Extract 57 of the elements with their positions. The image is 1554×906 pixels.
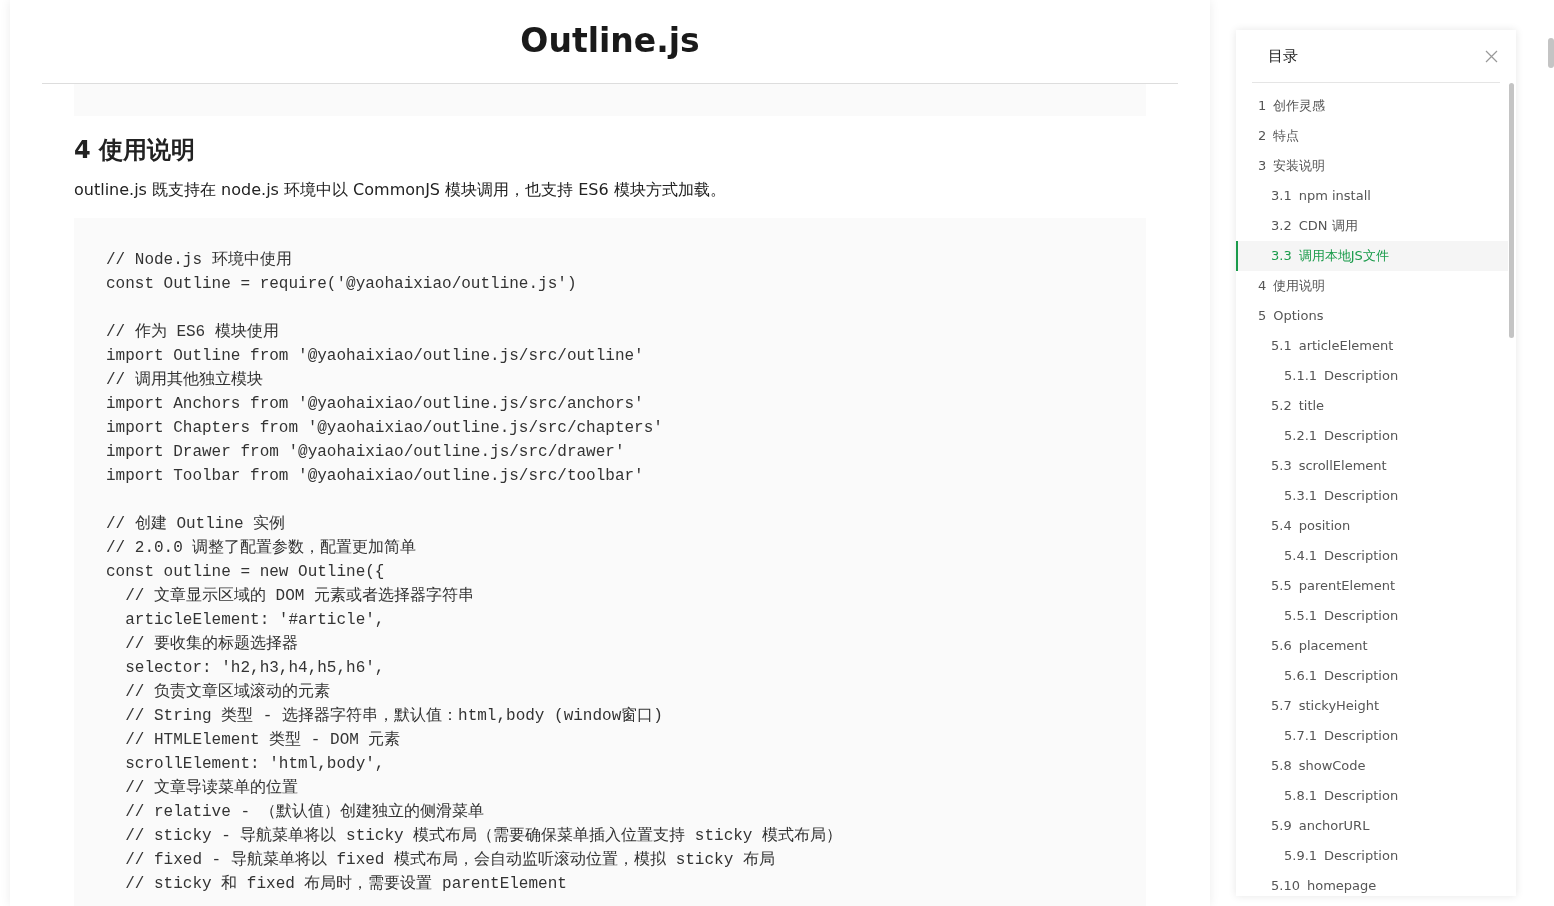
code-line: // 要收集的标题选择器 (124, 634, 299, 655)
code-line: // 调用其他独立模块 (106, 369, 264, 391)
intro-paragraph: outline.js 既支持在 node.js 环境中以 CommonJS 模块调用，也支持 ES6 模块方式加载。 (74, 179, 727, 201)
code-line: // fixed - 导航菜单将以 fixed 模式布局，会自动监听滚动位置，模拟 sticky 布局 (124, 849, 776, 871)
toc-item[interactable]: 5.6.1 Description (1236, 661, 1508, 691)
scrollbar-thumb[interactable] (1548, 38, 1554, 68)
code-line: // HTMLElement 类型 - DOM 元素 (124, 729, 402, 751)
code-line: // 负责文章区域滚动的元素 (124, 681, 331, 703)
toc-item[interactable]: 5.8 showCode (1236, 751, 1508, 781)
toc-item[interactable]: 5.7 stickyHeight (1236, 691, 1508, 721)
toc-item[interactable]: 5.5.1 Description (1236, 601, 1508, 631)
code-line: // 2.0.0 调整了配置参数，配置更加简单 (106, 538, 418, 559)
toc-item[interactable]: 5.4.1 Description (1236, 541, 1508, 571)
code-line: // sticky - 导航菜单将以 sticky 模式布局（需要确保菜单插入位置支持 sticky 模式布局） (124, 825, 844, 847)
code-line: // 文章显示区域的 DOM 元素或者选择器字符串 (124, 585, 475, 607)
toc-item[interactable]: 5.3.1 Description (1236, 481, 1508, 511)
toc-item[interactable]: 3.2 CDN 调用 (1236, 211, 1508, 241)
code-line: const outline = new Outline({ (106, 562, 386, 583)
toc-item[interactable]: 5.8.1 Description (1236, 781, 1508, 811)
section-heading: 4 使用说明 (74, 135, 197, 166)
toc-item[interactable]: 5 Options (1236, 301, 1508, 331)
scrollbar-thumb[interactable] (1509, 83, 1514, 338)
code-line: import Outline from '@yaohaixiao/outline.js/src/outline' (106, 346, 645, 367)
toc-item[interactable]: 5.9 anchorURL (1236, 811, 1508, 841)
toc-title: 目录 (1268, 46, 1298, 66)
toc-item[interactable]: 5.9.1 Description (1236, 841, 1508, 871)
code-line: import Toolbar from '@yaohaixiao/outline.js/src/toolbar' (106, 466, 645, 487)
toc-item[interactable]: 5.4 position (1236, 511, 1508, 541)
code-line: // String 类型 - 选择器字符串，默认值：html,body (window窗口) (124, 705, 664, 727)
code-line: import Chapters from '@yaohaixiao/outline.js/src/chapters' (106, 418, 664, 439)
code-line: import Anchors from '@yaohaixiao/outline.js/src/anchors' (106, 394, 645, 415)
toc-item[interactable]: 1 创作灵感 (1236, 91, 1508, 121)
toc-item[interactable]: 5.2.1 Description (1236, 421, 1508, 451)
toc-item[interactable]: 5.7.1 Description (1236, 721, 1508, 751)
toc-item[interactable]: 5.1.1 Description (1236, 361, 1508, 391)
code-line: articleElement: '#article', (124, 610, 386, 631)
code-line: import Drawer from '@yaohaixiao/outline.js/src/drawer' (106, 442, 626, 463)
code-line: selector: 'h2,h3,h4,h5,h6', (124, 658, 386, 679)
code-line: // sticky 和 fixed 布局时，需要设置 parentElement (124, 874, 568, 895)
toc-item[interactable]: 5.5 parentElement (1236, 571, 1508, 601)
toc-item[interactable]: 4 使用说明 (1236, 271, 1508, 301)
code-line: const Outline = require('@yaohaixiao/outline.js') (106, 274, 578, 295)
close-icon[interactable] (1485, 49, 1498, 63)
code-line: // relative - （默认值）创建独立的侧滑菜单 (124, 801, 485, 823)
toc-item[interactable]: 3.1 npm install (1236, 181, 1508, 211)
code-line: scrollElement: 'html,body', (124, 754, 386, 775)
code-line: // 作为 ES6 模块使用 (106, 322, 280, 343)
code-line: // 文章导读菜单的位置 (124, 777, 299, 799)
toc-item[interactable]: 5.3 scrollElement (1236, 451, 1508, 481)
code-line: // Node.js 环境中使用 (106, 249, 293, 271)
toc-item[interactable]: 5.10 homepage (1236, 871, 1508, 896)
toc-item[interactable]: 5.2 title (1236, 391, 1508, 421)
code-line: // 创建 Outline 实例 (106, 514, 287, 535)
toc-item[interactable]: 2 特点 (1236, 121, 1508, 151)
toc-item[interactable]: 5.6 placement (1236, 631, 1508, 661)
toc-item[interactable]: 5.1 articleElement (1236, 331, 1508, 361)
toc-item[interactable]: 3 安装说明 (1236, 151, 1508, 181)
